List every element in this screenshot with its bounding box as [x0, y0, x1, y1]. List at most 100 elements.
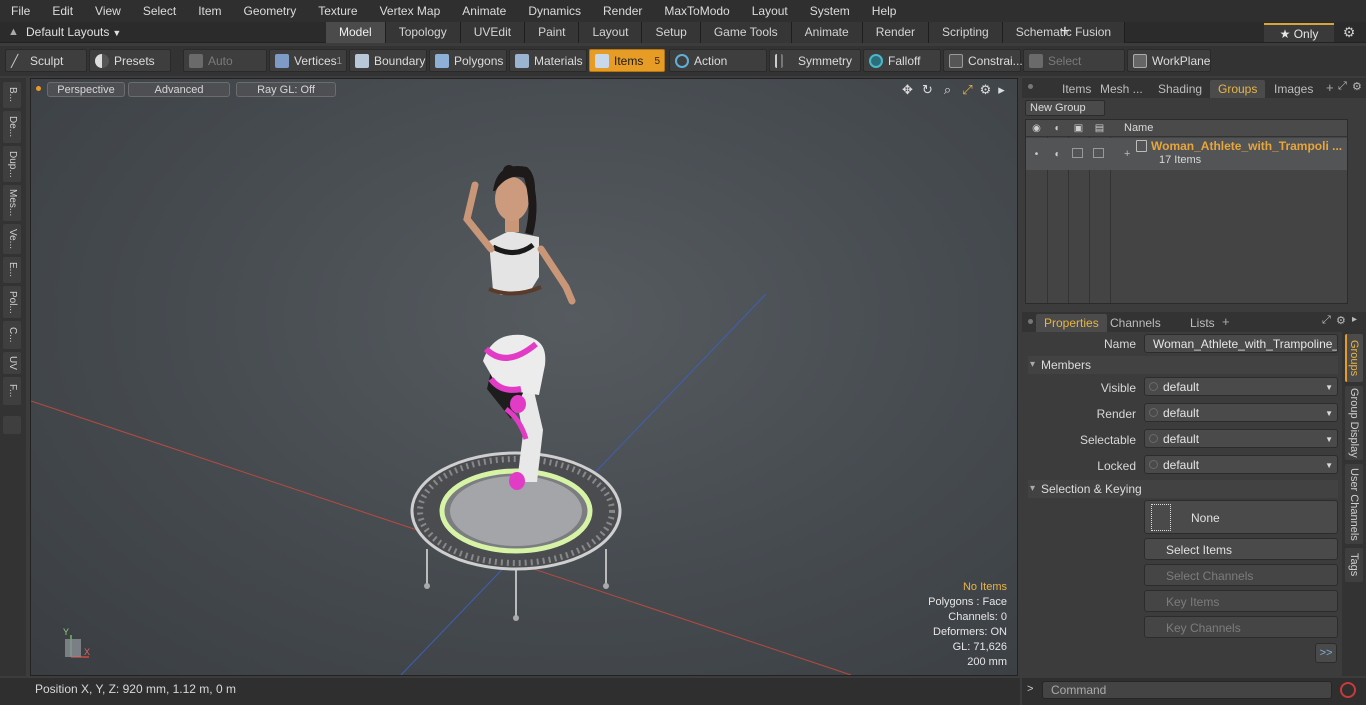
visibility-eye-icon[interactable]: ◉	[1030, 122, 1043, 135]
row-eye-icon[interactable]: •	[1030, 148, 1043, 161]
menu-texture[interactable]: Texture	[307, 0, 368, 22]
tab-model[interactable]: Model	[326, 22, 386, 43]
more-options-button[interactable]: >>	[1315, 643, 1337, 663]
left-tab-polygon[interactable]: Pol...	[3, 286, 21, 318]
left-tab-basic[interactable]: B...	[3, 82, 21, 108]
members-section-header[interactable]: Members	[1028, 356, 1338, 374]
menu-edit[interactable]: Edit	[41, 0, 84, 22]
expand-properties-icon[interactable]: ⤢	[1322, 314, 1331, 327]
gear-icon[interactable]: ⚙	[1340, 24, 1358, 42]
render-dropdown[interactable]: default ▼	[1144, 403, 1338, 422]
tab-render[interactable]: Render	[862, 22, 930, 43]
default-layouts-dropdown[interactable]: Default Layouts ▼	[26, 22, 121, 43]
rotate-view-icon[interactable]: ↻	[920, 82, 935, 97]
vtab-groups[interactable]: Groups	[1345, 334, 1363, 382]
auto-select-button[interactable]: Auto Select	[183, 49, 267, 91]
tab-mesh[interactable]: Mesh ...	[1092, 80, 1151, 98]
selection-keying-section-header[interactable]: Selection & Keying	[1028, 480, 1338, 498]
visible-dropdown[interactable]: default ▼	[1144, 377, 1338, 396]
panel-menu-dot[interactable]	[1028, 84, 1033, 89]
tab-game-tools[interactable]: Game Tools	[700, 22, 792, 43]
row-select-checkbox[interactable]	[1072, 148, 1083, 158]
properties-more-icon[interactable]: ▸	[1352, 314, 1357, 325]
menu-layout[interactable]: Layout	[741, 0, 799, 22]
add-properties-tab-plus-icon[interactable]: +	[1222, 314, 1230, 329]
materials-button[interactable]: Materials	[509, 49, 587, 72]
group-row[interactable]: • ◐ + Woman_Athlete_with_Trampoli ... 17…	[1026, 138, 1347, 170]
vertices-button[interactable]: Vertices 1	[269, 49, 347, 72]
left-tab-uv[interactable]: UV	[3, 352, 21, 374]
left-tab-edge[interactable]: E...	[3, 257, 21, 283]
left-tab-vertex[interactable]: Ve...	[3, 224, 21, 254]
left-tab-deform[interactable]: De...	[3, 111, 21, 143]
row-lock-checkbox[interactable]	[1093, 148, 1104, 158]
selectable-dropdown[interactable]: default ▼	[1144, 429, 1338, 448]
name-column-header[interactable]: Name	[1124, 122, 1153, 134]
vtab-user-channels[interactable]: User Channels	[1345, 464, 1363, 544]
left-tab-fusion[interactable]: F...	[3, 377, 21, 405]
tab-animate[interactable]: Animate	[791, 22, 863, 43]
tab-paint[interactable]: Paint	[525, 22, 580, 43]
tab-layout[interactable]: Layout	[579, 22, 643, 43]
left-strip-expand[interactable]	[3, 416, 21, 434]
record-macro-icon[interactable]	[1340, 682, 1356, 698]
viewport-menu-dot[interactable]	[36, 86, 41, 91]
expand-panel-icon[interactable]: ⤢	[1338, 80, 1347, 93]
tab-setup[interactable]: Setup	[642, 22, 701, 43]
workplane-button[interactable]: WorkPlane	[1127, 49, 1211, 72]
viewport-gear-icon[interactable]: ⚙	[978, 82, 993, 97]
vtab-tags[interactable]: Tags	[1345, 548, 1363, 582]
maximize-view-icon[interactable]: ⤢	[960, 82, 975, 97]
layout-lock-icon[interactable]: ▲	[8, 26, 20, 39]
tab-shading[interactable]: Shading	[1150, 80, 1210, 98]
sculpt-button[interactable]: ╱ Sculpt	[5, 49, 87, 72]
vtab-group-display[interactable]: Group Display	[1345, 386, 1363, 460]
none-items-button[interactable]: None	[1144, 500, 1338, 534]
left-tab-duplicate[interactable]: Dup...	[3, 146, 21, 182]
tab-scripting[interactable]: Scripting	[929, 22, 1003, 43]
select-channels-button[interactable]: Select Channels	[1144, 564, 1338, 586]
only-toggle-button[interactable]: ★ Only	[1264, 23, 1334, 42]
key-items-button[interactable]: Key Items	[1144, 590, 1338, 612]
zoom-view-icon[interactable]: ⌕	[940, 82, 955, 97]
menu-file[interactable]: File	[0, 0, 41, 22]
tab-topology[interactable]: Topology	[385, 22, 461, 43]
expand-plus-icon[interactable]: +	[1124, 148, 1130, 160]
menu-render[interactable]: Render	[592, 0, 653, 22]
polygons-button[interactable]: Polygons	[429, 49, 507, 72]
falloff-button[interactable]: Falloff	[863, 49, 941, 72]
select-cube-icon[interactable]: ▣	[1072, 122, 1085, 135]
locked-dropdown[interactable]: default ▼	[1144, 455, 1338, 474]
menu-view[interactable]: View	[84, 0, 132, 22]
menu-animate[interactable]: Animate	[451, 0, 517, 22]
lock-cube-icon[interactable]: ▤	[1093, 122, 1106, 135]
viewport-more-icon[interactable]: ▸	[994, 82, 1009, 97]
tab-uvedit[interactable]: UVEdit	[460, 22, 526, 43]
3d-viewport[interactable]: Y X Perspective Advanced Ray GL: Off ✥ ↻…	[30, 78, 1018, 676]
tab-properties[interactable]: Properties	[1036, 314, 1107, 332]
menu-vertex-map[interactable]: Vertex Map	[369, 0, 452, 22]
tab-images[interactable]: Images	[1266, 80, 1321, 98]
menu-dynamics[interactable]: Dynamics	[517, 0, 592, 22]
action-center-button[interactable]: Action Center	[669, 49, 767, 91]
move-view-icon[interactable]: ✥	[900, 82, 915, 97]
presets-button[interactable]: Presets	[89, 49, 171, 72]
select-items-button[interactable]: Select Items	[1144, 538, 1338, 560]
properties-gear-icon[interactable]: ⚙	[1336, 314, 1346, 327]
tab-lists[interactable]: Lists	[1182, 314, 1223, 332]
items-button[interactable]: Items 5	[589, 49, 665, 72]
boundary-button[interactable]: Boundary	[349, 49, 427, 72]
constraints-button[interactable]: Constrai...	[943, 49, 1023, 72]
key-channels-button[interactable]: Key Channels	[1144, 616, 1338, 638]
menu-help[interactable]: Help	[861, 0, 908, 22]
left-tab-curve[interactable]: C...	[3, 321, 21, 349]
menu-geometry[interactable]: Geometry	[233, 0, 308, 22]
menu-system[interactable]: System	[799, 0, 861, 22]
tab-channels[interactable]: Channels	[1102, 314, 1169, 332]
left-tab-mesh-edit[interactable]: Mes...	[3, 185, 21, 221]
row-render-icon[interactable]: ◐	[1051, 148, 1064, 161]
menu-maxtomodo[interactable]: MaxToModo	[653, 0, 740, 22]
group-name-input[interactable]: Woman_Athlete_with_Trampoline_Jun	[1144, 334, 1338, 353]
render-camera-icon[interactable]: ◐	[1051, 122, 1064, 135]
raygl-toggle-button[interactable]: Ray GL: Off	[236, 82, 336, 97]
